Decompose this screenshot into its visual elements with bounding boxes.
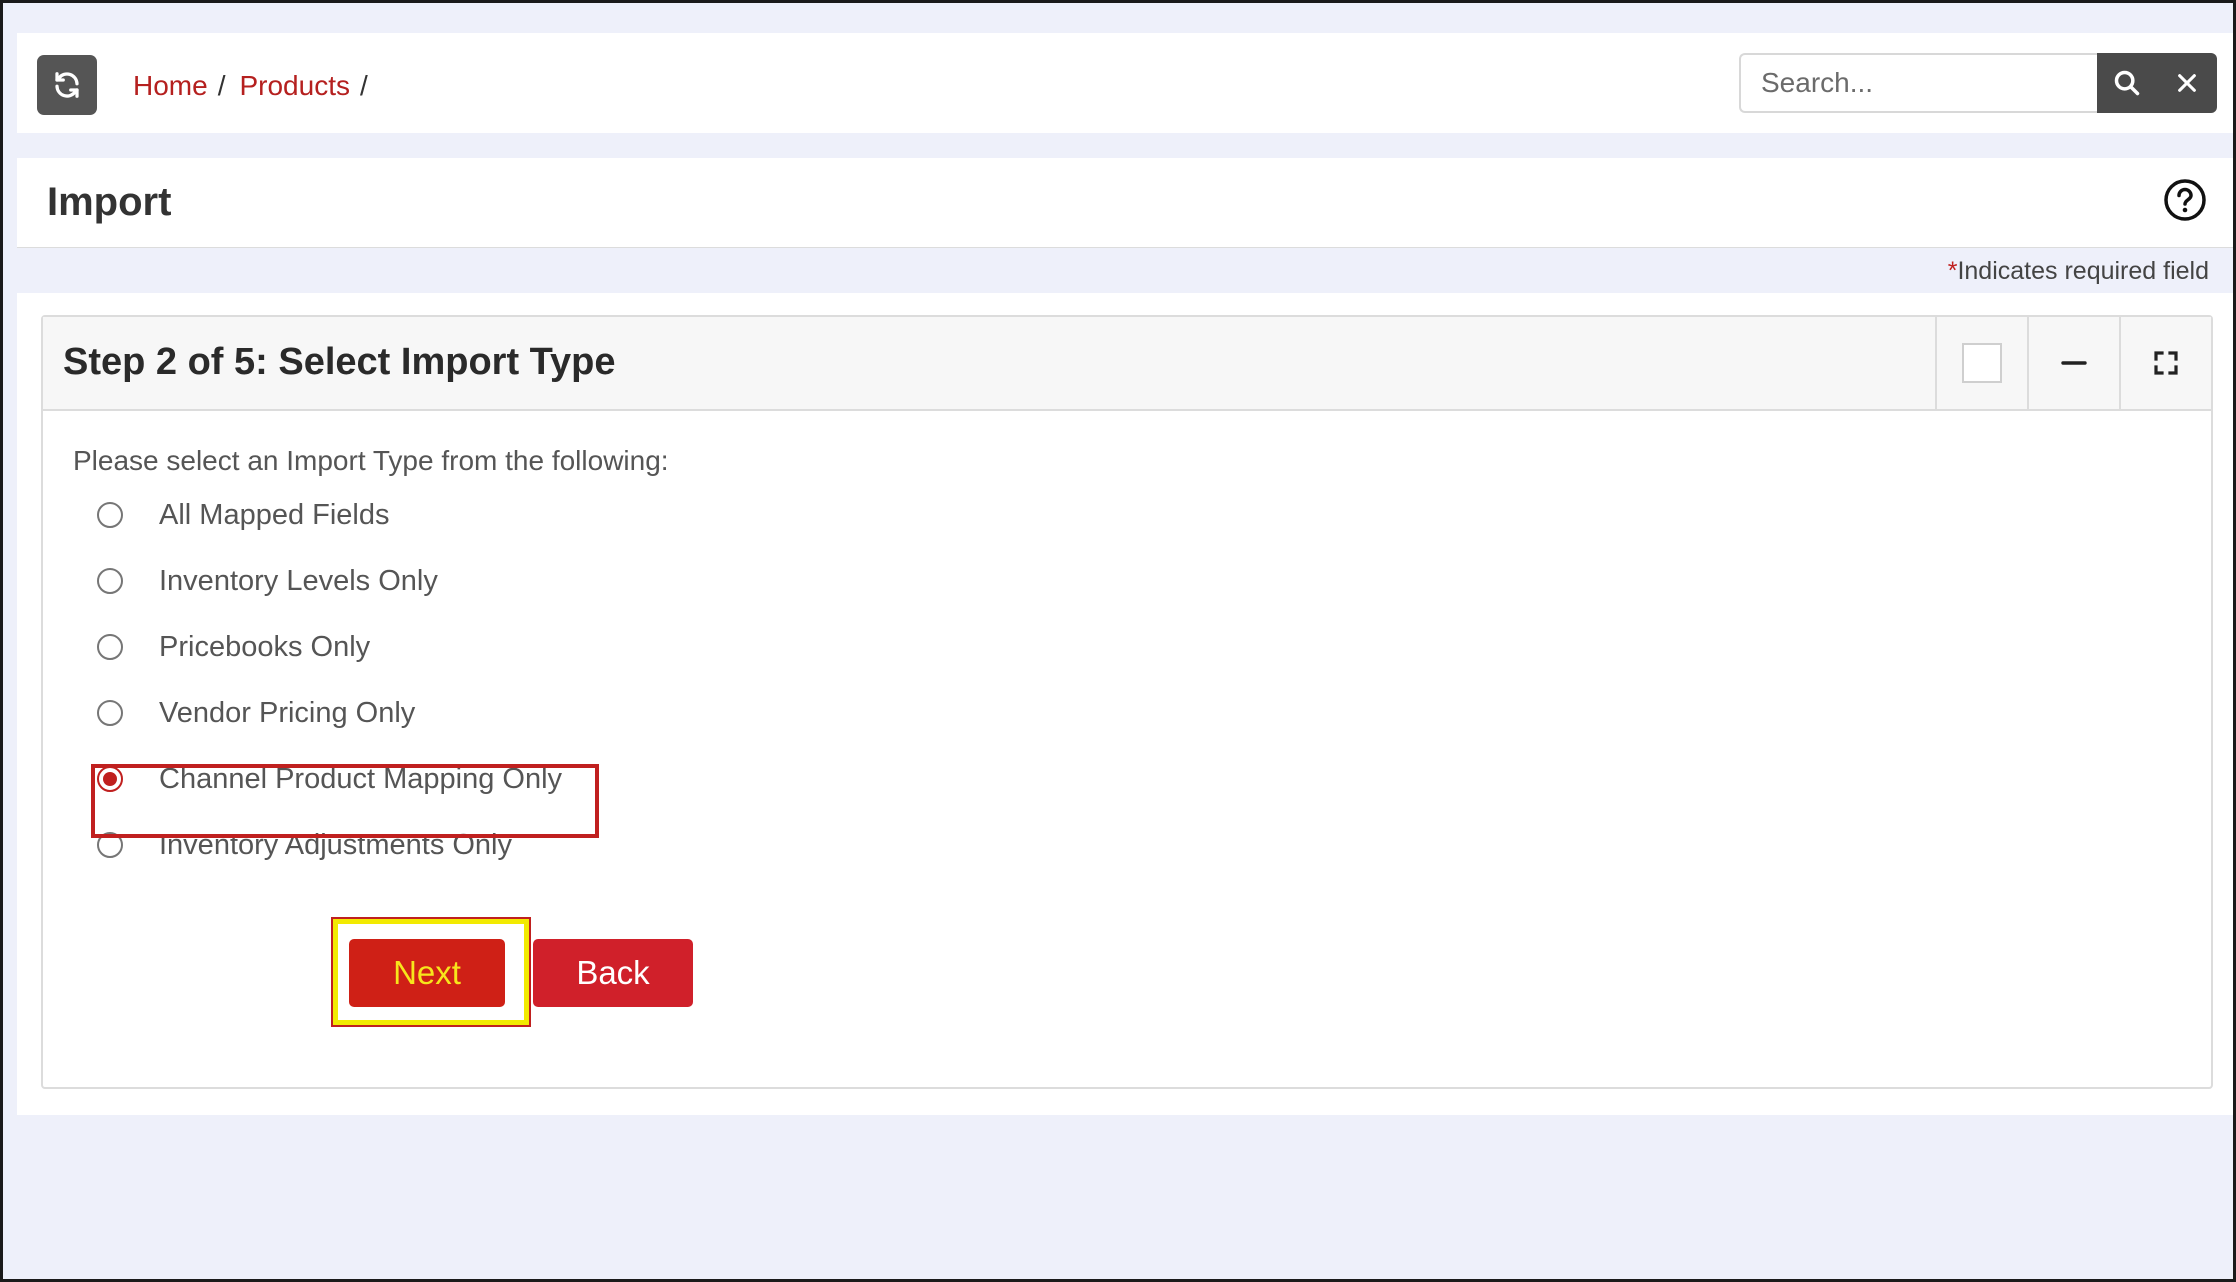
- panel-tools: [1935, 317, 2211, 409]
- help-circle-icon: [2164, 179, 2206, 221]
- option-inventory-levels-only[interactable]: Inventory Levels Only: [97, 553, 438, 609]
- search-button[interactable]: [2097, 53, 2157, 113]
- radio-button[interactable]: [97, 634, 123, 660]
- page-header: Import: [17, 158, 2233, 248]
- top-bar: Home / Products /: [17, 33, 2233, 133]
- required-field-note: *Indicates required field: [1948, 257, 2209, 286]
- option-inventory-adjustments-only[interactable]: Inventory Adjustments Only: [97, 817, 512, 873]
- radio-button[interactable]: [97, 832, 123, 858]
- option-label: Vendor Pricing Only: [159, 696, 416, 729]
- refresh-button[interactable]: [37, 55, 97, 115]
- option-vendor-pricing-only[interactable]: Vendor Pricing Only: [97, 685, 415, 741]
- close-icon: [2178, 74, 2196, 92]
- option-label: Pricebooks Only: [159, 630, 371, 663]
- fullscreen-button[interactable]: [2119, 317, 2211, 409]
- option-label: Inventory Adjustments Only: [159, 828, 512, 861]
- radio-button[interactable]: [97, 568, 123, 594]
- page-title: Import: [47, 180, 172, 224]
- help-button[interactable]: [2163, 178, 2207, 222]
- option-all-mapped-fields[interactable]: All Mapped Fields: [97, 487, 390, 543]
- panel-title: Step 2 of 5: Select Import Type: [63, 341, 616, 383]
- refresh-icon: [55, 72, 79, 98]
- option-label: Inventory Levels Only: [159, 564, 438, 597]
- back-button[interactable]: Back: [533, 939, 693, 1007]
- panel-select-checkbox[interactable]: [1962, 343, 2002, 383]
- search-icon: [2114, 70, 2140, 96]
- app-frame: Home / Products / Import: [0, 0, 2236, 1282]
- breadcrumb-separator: /: [217, 70, 226, 101]
- content-area: Step 2 of 5: Select Import Type Please s…: [17, 293, 2233, 1115]
- expand-icon: [2154, 351, 2178, 375]
- radio-button[interactable]: [97, 700, 123, 726]
- breadcrumb-products[interactable]: Products: [239, 70, 350, 102]
- import-type-panel: Step 2 of 5: Select Import Type Please s…: [41, 315, 2213, 1089]
- required-note-text: Indicates required field: [1957, 257, 2209, 285]
- breadcrumb: Home / Products /: [133, 69, 382, 103]
- clear-search-button[interactable]: [2157, 53, 2217, 113]
- option-label: Channel Product Mapping Only: [159, 762, 563, 795]
- radio-button-selected[interactable]: [97, 766, 123, 792]
- search-group: [1739, 53, 2217, 113]
- required-star: *: [1947, 257, 1958, 285]
- import-type-prompt: Please select an Import Type from the fo…: [73, 445, 669, 476]
- minus-icon: [2061, 361, 2087, 365]
- option-channel-product-mapping-only[interactable]: Channel Product Mapping Only: [97, 751, 562, 807]
- option-label: All Mapped Fields: [159, 498, 390, 531]
- search-input[interactable]: [1739, 53, 2097, 113]
- option-pricebooks-only[interactable]: Pricebooks Only: [97, 619, 370, 675]
- minimize-button[interactable]: [2027, 317, 2119, 409]
- breadcrumb-home[interactable]: Home: [133, 70, 208, 102]
- breadcrumb-separator: /: [359, 70, 368, 101]
- panel-select-tool[interactable]: [1935, 317, 2027, 409]
- radio-button[interactable]: [97, 502, 123, 528]
- panel-header: Step 2 of 5: Select Import Type: [43, 317, 2211, 411]
- next-button[interactable]: Next: [349, 939, 505, 1007]
